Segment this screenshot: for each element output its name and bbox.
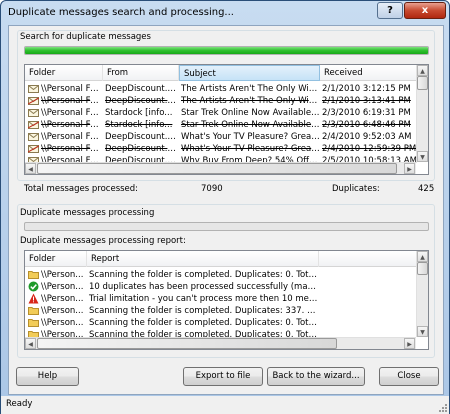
scroll-up-arrow[interactable]: ▲ [417, 65, 428, 76]
report-scroll-down-arrow[interactable]: ▼ [417, 326, 428, 337]
message-received: 2/4/2010 9:52:03 AM [322, 132, 412, 142]
message-received: 2/1/2010 3:13:41 PM [322, 96, 411, 106]
search-progress-fill [25, 47, 428, 54]
message-subject: The Artists Aren't The Only Winn... [181, 96, 320, 106]
status-text: Ready [6, 399, 33, 409]
duplicates-count-label: Duplicates: [332, 184, 380, 194]
report-text: Scanning the folder is completed. Duplic… [89, 270, 319, 280]
help-button[interactable]: Help [16, 367, 79, 386]
message-received: 2/1/2010 3:12:15 PM [322, 84, 411, 94]
scroll-thumb[interactable] [417, 76, 428, 90]
report-scroll-thumb[interactable] [417, 262, 428, 275]
message-row[interactable]: \\Personal Fo... Stardock [info... Star Tr… [25, 107, 417, 119]
message-received: 2/4/2010 12:59:39 PM [322, 144, 417, 154]
processing-section-label: Duplicate messages processing [20, 208, 155, 218]
title-close-button[interactable]: x [404, 2, 446, 19]
scroll-right-arrow[interactable]: ▶ [404, 163, 415, 174]
report-scroll-up-arrow[interactable]: ▲ [417, 251, 428, 262]
message-received: 2/3/2010 6:19:31 PM [322, 108, 411, 118]
report-hscroll-thumb[interactable] [37, 338, 337, 349]
report-row[interactable]: \\Person... 10 duplicates has been proces… [25, 281, 417, 293]
message-row[interactable]: \\Personal Fo... Stardock [info... Star Tr… [25, 119, 417, 131]
message-subject: What's Your TV Pleasure? Great ... [181, 132, 320, 142]
title-help-button[interactable]: ? [377, 2, 403, 19]
search-section-label: Search for duplicate messages [20, 32, 151, 42]
duplicates-horizontal-scrollbar[interactable]: ◀ ▶ [25, 162, 416, 174]
check-icon [28, 281, 39, 292]
export-to-file-button[interactable]: Export to file [183, 367, 263, 386]
dialog-window: Duplicate messages search and processing… [0, 0, 450, 414]
processing-progress-bar [24, 222, 429, 231]
total-processed-label: Total messages processed: [24, 184, 139, 194]
message-from: DeepDiscount.c... [105, 96, 179, 106]
report-scroll-left-arrow[interactable]: ◀ [25, 338, 36, 349]
message-subject: Star Trek Online Now Available o... [181, 108, 320, 118]
envelope-icon [28, 133, 39, 141]
hscroll-thumb[interactable] [37, 163, 397, 174]
close-button[interactable]: Close [379, 367, 439, 386]
back-to-wizard-button[interactable]: Back to the wizard... [267, 367, 365, 386]
deleted-envelope-icon [28, 121, 39, 129]
message-row[interactable]: \\Personal Fo... DeepDiscount.c... The Art… [25, 95, 417, 107]
message-from: Stardock [info... [105, 108, 173, 118]
message-row[interactable]: \\Personal Fo... DeepDiscount.c... The Art… [25, 83, 417, 95]
report-text: Scanning the folder is completed. Duplic… [89, 318, 319, 328]
report-vertical-scrollbar[interactable]: ▲ ▼ [416, 251, 428, 337]
message-from: DeepDiscount.c... [105, 144, 179, 154]
report-text: Scanning the folder is completed. Duplic… [89, 306, 319, 316]
report-label: Duplicate messages processing report: [20, 236, 186, 246]
column-header-report[interactable]: Report [87, 251, 319, 267]
scroll-down-arrow[interactable]: ▼ [417, 151, 428, 162]
report-list-header: Folder Report [25, 251, 417, 267]
report-list[interactable]: Folder Report \\Person... Scanning the fo… [24, 250, 429, 350]
dialog-client: Search for duplicate messages Folder Fro… [8, 25, 444, 395]
report-text: 10 duplicates has been processed success… [89, 282, 319, 292]
resize-grip-icon[interactable] [437, 402, 447, 412]
warning-icon [28, 293, 39, 304]
report-text: Trial limitation - you can't process mor… [89, 294, 319, 304]
status-bar: Ready [1, 396, 449, 414]
report-row[interactable]: \\Person... Scanning the folder is comple… [25, 305, 417, 317]
duplicates-vertical-scrollbar[interactable]: ▲ ▼ [416, 65, 428, 162]
message-row[interactable]: \\Personal Fo... DeepDiscount.c... What's … [25, 143, 417, 155]
message-from: DeepDiscount.c... [105, 132, 179, 142]
scroll-left-arrow[interactable]: ◀ [25, 163, 36, 174]
envelope-icon [28, 85, 39, 93]
duplicates-list[interactable]: Folder From Subject Received \\Personal … [24, 64, 429, 175]
message-subject: Star Trek Online Now Available o... [181, 120, 320, 130]
window-title: Duplicate messages search and processing… [8, 7, 234, 18]
deleted-envelope-icon [28, 97, 39, 105]
report-scroll-right-arrow[interactable]: ▶ [404, 338, 415, 349]
report-row[interactable]: \\Person... Scanning the folder is comple… [25, 269, 417, 281]
report-horizontal-scrollbar[interactable]: ◀ ▶ [25, 337, 416, 349]
folder-icon [28, 307, 39, 315]
deleted-envelope-icon [28, 145, 39, 153]
report-row[interactable]: \\Person... Trial limitation - you can't … [25, 293, 417, 305]
search-progress-bar [24, 46, 429, 55]
duplicates-count-value: 425 [418, 184, 435, 194]
message-row[interactable]: \\Personal Fo... DeepDiscount.c... What's … [25, 131, 417, 143]
envelope-icon [28, 109, 39, 117]
duplicates-list-header: Folder From Subject Received [25, 65, 417, 81]
message-subject: What's Your TV Pleasure? Great ... [181, 144, 320, 154]
message-subject: The Artists Aren't The Only Winn... [181, 84, 320, 94]
total-processed-value: 7090 [201, 184, 223, 194]
column-header-from[interactable]: From [103, 65, 179, 81]
column-header-folder[interactable]: Folder [25, 65, 103, 81]
message-received: 2/3/2010 6:48:46 PM [322, 120, 411, 130]
column-header-subject[interactable]: Subject [179, 65, 320, 81]
message-from: Stardock [info... [105, 120, 173, 130]
title-bar[interactable]: Duplicate messages search and processing… [1, 1, 449, 25]
folder-icon [28, 271, 39, 279]
column-header-report-folder[interactable]: Folder [25, 251, 87, 267]
column-header-received[interactable]: Received [320, 65, 417, 81]
folder-icon [28, 319, 39, 327]
report-row[interactable]: \\Person... Scanning the folder is comple… [25, 317, 417, 329]
message-from: DeepDiscount.c... [105, 84, 179, 94]
